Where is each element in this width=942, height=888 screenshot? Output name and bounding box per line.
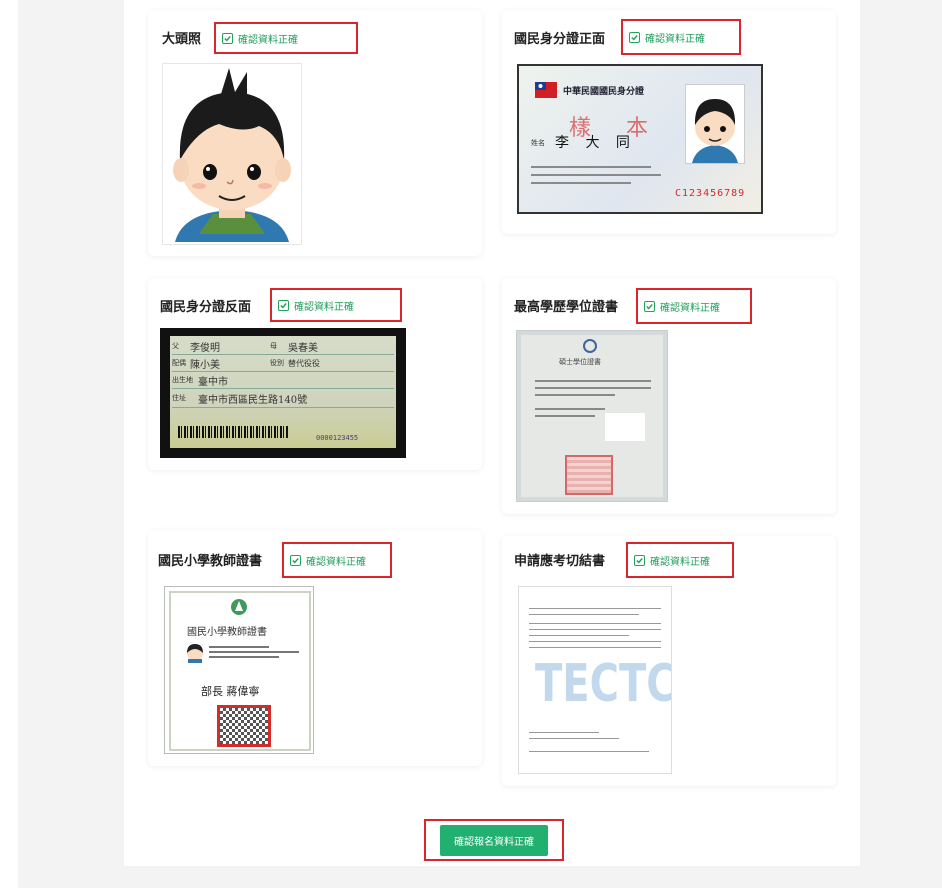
headshot-photo [162,63,302,245]
emblem-icon [231,599,247,615]
label: 配偶 [172,359,186,367]
card-title: 國民小學教師證書 [158,554,263,569]
flag-icon [535,82,557,98]
confirm-data-checkbox[interactable]: 確認資料正確 [621,19,741,55]
card-id-back: 國民身分證反面 確認資料正確 父 李俊明 母 吳春美 配偶 陳小美 役別 替代役… [148,278,482,470]
card-title: 國民身分證反面 [160,300,252,315]
id-info-lines [531,160,671,190]
value: 臺中市西區民生路140號 [198,394,308,406]
card-teacher-certificate: 國民小學教師證書 確認資料正確 國民小學教師證書 部長 蔣偉寧 [148,530,482,766]
certificate-title: 國民小學教師證書 [187,627,267,638]
certificate-photo [185,641,205,663]
value: 李俊明 [190,342,220,354]
value: 臺中市 [198,376,228,388]
value: 吳春美 [288,342,318,354]
confirm-label: 確認資料正確 [650,556,710,568]
teacher-certificate-image: 國民小學教師證書 部長 蔣偉寧 [164,586,314,754]
card-diploma: 最高學歷學位證書 確認資料正確 碩士學位證書 [502,278,836,514]
confirm-data-checkbox[interactable]: 確認資料正確 [626,542,734,578]
id-number: C123456789 [675,188,746,199]
check-icon [644,300,655,312]
id-card-front-image: 中華民國國民身分證 樣 本 姓名 李 大 同 C123456789 [517,64,763,214]
label: 住址 [172,394,186,402]
check-icon [278,299,289,311]
confirm-label: 確認資料正確 [238,34,298,46]
confirm-label: 確認資料正確 [294,301,354,313]
qr-stamp [217,705,271,747]
id-header: 中華民國國民身分證 [563,87,645,97]
confirm-label: 確認資料正確 [645,33,705,45]
confirm-data-checkbox[interactable]: 確認資料正確 [636,288,752,324]
label: 母 [270,342,277,350]
id-serial: 0000123455 [316,434,359,442]
check-icon [634,554,645,566]
affidavit-image: TECTC [518,586,672,774]
confirm-label: 確認資料正確 [306,556,366,568]
id-card-back-image: 父 李俊明 母 吳春美 配偶 陳小美 役別 替代役役 出生地 臺中市 住址 臺中… [160,328,406,458]
certificate-signature: 部長 蔣偉寧 [201,685,260,698]
card-title: 大頭照 [162,32,202,47]
id-name: 李 大 同 [555,135,636,151]
card-id-front: 國民身分證正面 確認資料正確 中華民國國民身分證 樣 本 姓名 李 大 同 C1… [502,10,836,234]
card-affidavit: 申請應考切結書 確認資料正確 TECTC [502,536,836,786]
card-title: 最高學歷學位證書 [514,300,619,315]
label: 役別 [270,359,284,367]
confirm-data-checkbox[interactable]: 確認資料正確 [282,542,392,578]
card-headshot: 大頭照 確認資料正確 [148,10,482,256]
label: 出生地 [172,376,193,384]
card-title: 申請應考切結書 [514,554,606,569]
diploma-image: 碩士學位證書 [516,330,668,502]
affidavit-watermark: TECTC [535,654,672,714]
diploma-title: 碩士學位證書 [559,358,601,366]
confirm-data-checkbox[interactable]: 確認資料正確 [270,288,402,322]
confirm-data-checkbox[interactable]: 確認資料正確 [214,22,358,54]
confirm-label: 確認資料正確 [660,302,720,314]
seal-stamp [565,455,613,495]
check-icon [290,554,301,566]
label: 父 [172,342,179,350]
id-name-label: 姓名 [531,139,545,147]
submit-highlight: 確認報名資料正確 [424,819,564,861]
value: 替代役役 [288,358,320,368]
card-title: 國民身分證正面 [514,32,606,47]
check-icon [629,31,640,43]
value: 陳小美 [190,359,220,371]
confirm-registration-button[interactable]: 確認報名資料正確 [440,824,548,856]
barcode [178,426,288,438]
document-review-panel: 大頭照 確認資料正確 國民身分證正面 確認資料正確 中華民國國民身分證 樣 本 … [124,0,860,866]
id-photo [685,84,745,164]
check-icon [222,32,233,44]
emblem-icon [583,339,597,353]
page-margin [0,0,18,888]
